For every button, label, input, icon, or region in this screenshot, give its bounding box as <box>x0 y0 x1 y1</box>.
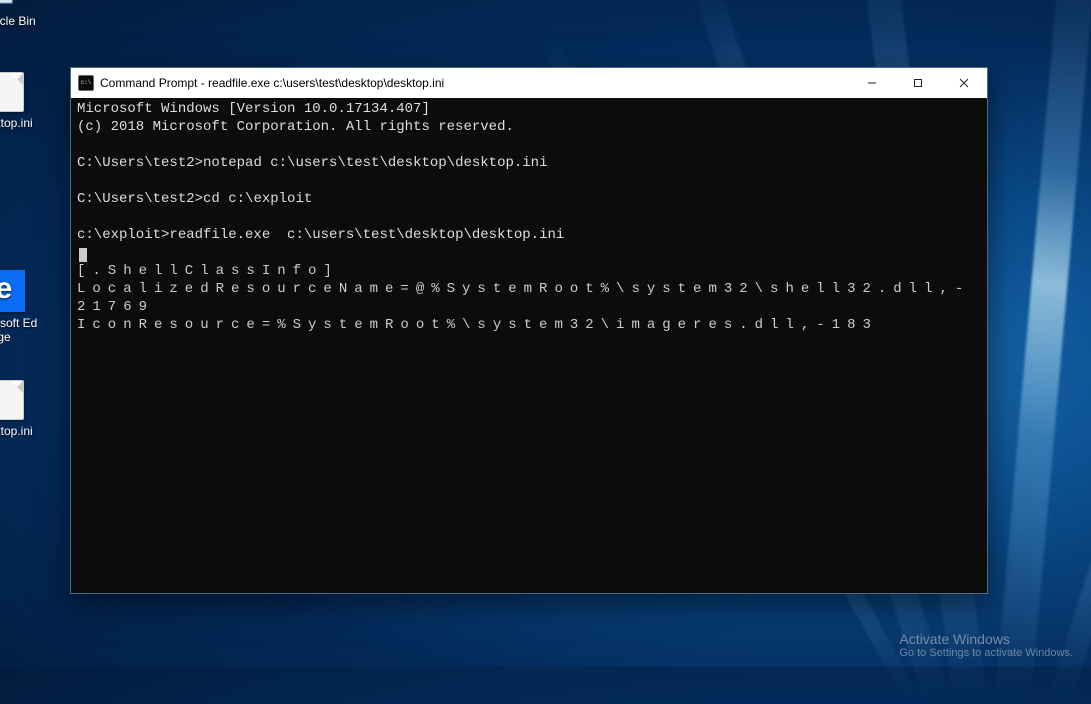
cmd-icon <box>78 75 94 91</box>
command-prompt-window[interactable]: Command Prompt - readfile.exe c:\users\t… <box>70 67 988 594</box>
desktop-icon-label: desktop.ini <box>0 116 40 130</box>
prompt: C:\Users\test2> <box>77 155 203 171</box>
prompt: c:\exploit> <box>77 227 169 243</box>
desktop-icon-label: Microsoft Edge <box>0 316 40 344</box>
desktop-icon-desktop-ini-1[interactable]: desktop.ini <box>0 72 40 130</box>
output-line: [.ShellClassInfo] <box>77 263 339 279</box>
window-title: Command Prompt - readfile.exe c:\users\t… <box>100 76 444 90</box>
titlebar[interactable]: Command Prompt - readfile.exe c:\users\t… <box>71 68 987 98</box>
terminal-output[interactable]: Microsoft Windows [Version 10.0.17134.40… <box>71 98 987 593</box>
watermark-line-1: Activate Windows <box>899 631 1073 647</box>
maximize-icon <box>913 78 923 88</box>
minimize-button[interactable] <box>849 68 895 98</box>
file-icon <box>0 380 24 420</box>
command: notepad c:\users\test\desktop\desktop.in… <box>203 155 547 171</box>
command: readfile.exe c:\users\test\desktop\deskt… <box>169 227 564 243</box>
watermark-line-2: Go to Settings to activate Windows. <box>899 647 1073 659</box>
close-icon <box>959 78 969 88</box>
banner-line: Microsoft Windows [Version 10.0.17134.40… <box>77 101 430 117</box>
output-line: IconResource=%SystemRoot%\system32\image… <box>77 317 878 333</box>
banner-line: (c) 2018 Microsoft Corporation. All righ… <box>77 119 514 135</box>
activate-windows-watermark: Activate Windows Go to Settings to activ… <box>899 631 1073 659</box>
output-line: LocalizedResourceName=@%SystemRoot%\syst… <box>77 281 970 315</box>
desktop-icon-edge[interactable]: Microsoft Edge <box>0 270 40 344</box>
maximize-button[interactable] <box>895 68 941 98</box>
command: cd c:\exploit <box>203 191 312 207</box>
file-icon <box>0 72 24 112</box>
recycle-bin-icon <box>0 0 25 10</box>
minimize-icon <box>867 78 877 88</box>
prompt: C:\Users\test2> <box>77 191 203 207</box>
desktop-icon-label: desktop.ini <box>0 424 40 438</box>
close-button[interactable] <box>941 68 987 98</box>
desktop-icon-desktop-ini-2[interactable]: desktop.ini <box>0 380 40 438</box>
edge-icon <box>0 270 25 312</box>
desktop-icon-label: Recycle Bin <box>0 14 40 28</box>
desktop-icon-recycle-bin[interactable]: Recycle Bin <box>0 0 40 28</box>
cursor <box>79 248 87 262</box>
